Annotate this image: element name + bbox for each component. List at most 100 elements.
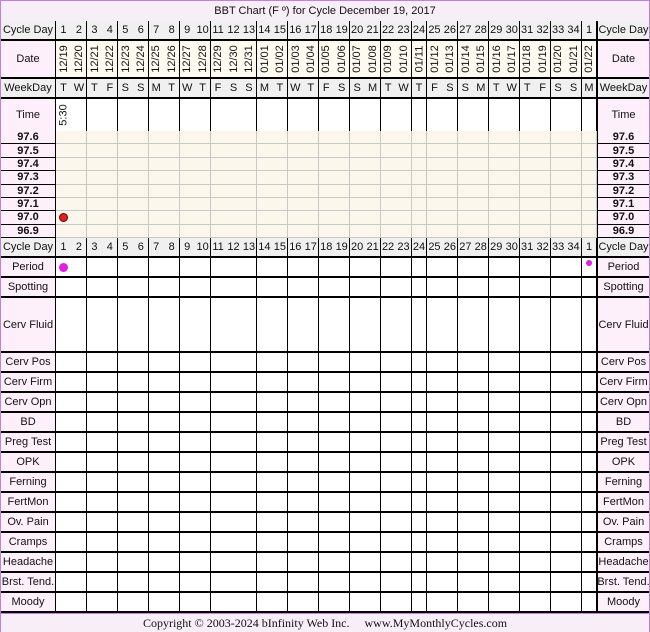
obs-cell[interactable] [504,393,521,411]
temp-cell[interactable] [457,171,474,185]
obs-cell[interactable] [179,413,196,431]
temp-cell[interactable] [272,211,289,225]
obs-cell[interactable] [117,258,134,276]
weekday-cell[interactable]: T [380,79,397,97]
obs-cell[interactable] [349,258,366,276]
temp-cell[interactable] [179,171,196,185]
obs-cell[interactable] [349,413,366,431]
obs-cell[interactable] [473,413,490,431]
temp-cell[interactable] [519,171,536,185]
cycle-day-cell[interactable]: 15 [272,21,289,39]
cycle-day-cell[interactable]: 26 [442,238,459,256]
temp-cell[interactable] [550,144,567,158]
obs-cell[interactable] [241,513,258,531]
temp-cell[interactable] [566,144,583,158]
obs-cell[interactable] [457,278,474,296]
obs-cell[interactable] [179,533,196,551]
temp-cell[interactable] [581,131,598,145]
obs-cell[interactable] [179,298,196,351]
cycle-day-cell[interactable]: 5 [117,238,134,256]
obs-cell[interactable] [195,533,212,551]
temp-cell[interactable] [442,144,459,158]
obs-cell[interactable] [226,593,242,611]
obs-cell[interactable] [303,453,320,471]
cycle-day-cell[interactable]: 28 [473,238,490,256]
time-cell[interactable] [426,99,443,131]
temp-cell[interactable] [195,131,212,145]
temp-cell[interactable] [334,131,351,145]
obs-cell[interactable] [581,298,598,351]
obs-cell[interactable] [164,473,181,491]
obs-cell[interactable] [133,553,150,571]
obs-cell[interactable] [380,373,397,391]
obs-cell[interactable] [396,493,412,511]
obs-cell[interactable] [86,453,103,471]
temp-cell[interactable] [566,171,583,185]
obs-cell[interactable] [473,473,490,491]
obs-cell[interactable] [334,453,351,471]
temp-cell[interactable] [303,144,320,158]
obs-cell[interactable] [566,533,583,551]
temp-cell[interactable] [164,184,181,198]
obs-cell[interactable] [272,353,289,371]
temp-cell[interactable] [148,131,165,145]
weekday-cell[interactable]: M [148,79,165,97]
temp-cell[interactable] [535,171,552,185]
temp-cell[interactable] [566,157,583,172]
obs-cell[interactable] [426,593,443,611]
temp-cell[interactable] [442,197,459,212]
temp-cell[interactable] [380,224,397,238]
obs-cell[interactable] [86,278,103,296]
temp-cell[interactable] [102,131,119,145]
obs-cell[interactable] [488,553,505,571]
cycle-day-cell[interactable]: 23 [396,238,412,256]
obs-cell[interactable] [365,533,382,551]
temp-cell[interactable] [133,211,150,225]
obs-cell[interactable] [504,433,521,451]
obs-cell[interactable] [334,573,351,591]
obs-cell[interactable] [473,393,490,411]
obs-cell[interactable] [519,453,536,471]
time-cell[interactable] [504,99,521,131]
obs-cell[interactable] [148,258,165,276]
obs-cell[interactable] [71,373,88,391]
cycle-day-cell[interactable]: 9 [179,21,196,39]
temp-cell[interactable] [86,184,103,198]
obs-cell[interactable] [256,553,273,571]
cycle-day-cell[interactable]: 21 [365,238,382,256]
obs-cell[interactable] [256,593,273,611]
temp-cell[interactable] [566,131,583,145]
obs-cell[interactable] [303,513,320,531]
obs-cell[interactable] [519,533,536,551]
temp-cell[interactable] [426,144,443,158]
temp-cell[interactable] [210,184,227,198]
cycle-day-cell[interactable]: 32 [535,238,552,256]
obs-cell[interactable] [334,373,351,391]
obs-cell[interactable] [519,593,536,611]
obs-cell[interactable] [566,258,583,276]
temp-cell[interactable] [287,211,304,225]
temp-cell[interactable] [287,184,304,198]
obs-cell[interactable] [102,573,119,591]
obs-cell[interactable] [566,553,583,571]
weekday-cell[interactable]: M [473,79,490,97]
cycle-day-cell[interactable]: 5 [117,21,134,39]
obs-cell[interactable] [566,393,583,411]
temp-cell[interactable] [195,197,212,212]
date-cell[interactable]: 01/07 [349,41,366,77]
obs-cell[interactable] [442,573,459,591]
temp-cell[interactable] [133,224,150,238]
date-cell[interactable]: 01/11 [411,41,428,77]
temp-cell[interactable] [210,131,227,145]
temp-cell[interactable] [442,224,459,238]
temp-cell[interactable] [117,144,134,158]
obs-cell[interactable] [272,573,289,591]
date-cell[interactable]: 01/03 [287,41,304,77]
temp-cell[interactable] [550,197,567,212]
obs-cell[interactable] [179,393,196,411]
temp-cell[interactable] [256,131,273,145]
time-cell[interactable] [535,99,552,131]
obs-cell[interactable] [148,298,165,351]
obs-cell[interactable] [102,353,119,371]
obs-cell[interactable] [550,573,567,591]
